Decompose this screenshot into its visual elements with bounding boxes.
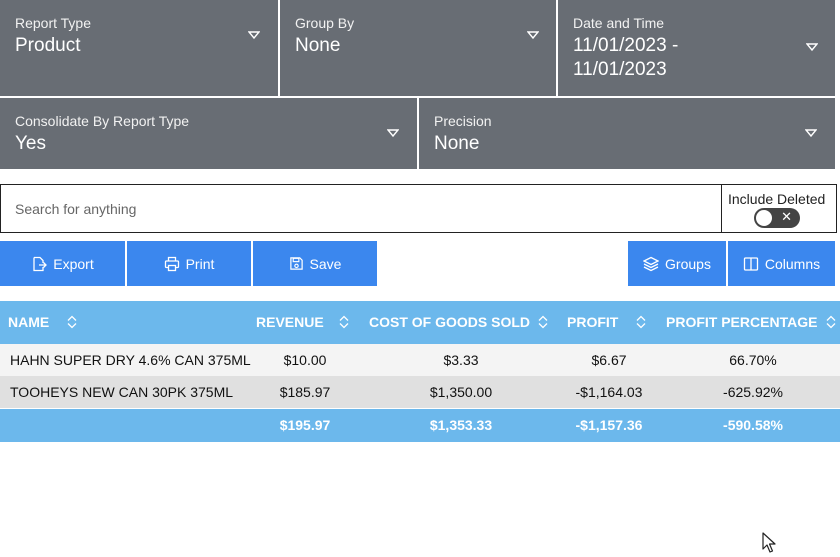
columns-button[interactable]: Columns (728, 241, 835, 286)
chevron-down-icon (805, 128, 817, 138)
cell-profit: -$1,164.03 (575, 384, 643, 400)
column-header-profit-percentage[interactable]: PROFIT PERCENTAGE (666, 314, 817, 330)
column-header-revenue[interactable]: REVENUE (256, 314, 324, 330)
cell-revenue: $185.97 (279, 384, 331, 400)
print-button[interactable]: Print (127, 241, 251, 286)
columns-icon (743, 256, 759, 272)
table-row[interactable]: TOOHEYS NEW CAN 30PK 375ML $185.97 $1,35… (0, 376, 840, 408)
groups-label: Groups (665, 255, 711, 272)
column-header-name[interactable]: NAME (8, 314, 49, 330)
column-header-cogs[interactable]: COST OF GOODS SOLD (369, 314, 530, 330)
mouse-cursor-icon (762, 532, 776, 557)
table-row[interactable]: HAHN SUPER DRY 4.6% CAN 375ML $10.00 $3.… (0, 344, 840, 376)
include-deleted-toggle[interactable]: ✕ (754, 208, 800, 228)
sort-icon[interactable] (826, 315, 836, 332)
date-time-value-start: 11/01/2023 - (573, 35, 679, 56)
report-type-dropdown[interactable]: Report Type Product (0, 0, 278, 96)
group-by-value: None (295, 35, 341, 56)
report-type-label: Report Type (15, 15, 92, 31)
printer-icon (164, 256, 180, 272)
floppy-disk-icon (289, 256, 304, 271)
cell-revenue: $10.00 (283, 352, 327, 368)
cell-cogs: $1,350.00 (429, 384, 493, 400)
sort-icon[interactable] (67, 315, 77, 332)
include-deleted-control: Include Deleted ✕ (721, 184, 837, 233)
consolidate-label: Consolidate By Report Type (15, 113, 190, 129)
export-button[interactable]: Export (0, 241, 125, 286)
sort-icon[interactable] (636, 315, 646, 332)
consolidate-dropdown[interactable]: Consolidate By Report Type Yes (0, 98, 417, 169)
print-label: Print (185, 255, 215, 272)
columns-label: Columns (764, 255, 821, 272)
table-header: NAME REVENUE COST OF GOODS SOLD PROFIT P… (0, 301, 840, 344)
chevron-down-icon (248, 30, 260, 40)
include-deleted-label: Include Deleted (728, 191, 826, 207)
save-button[interactable]: Save (253, 241, 377, 286)
cell-profit: $6.67 (591, 352, 627, 368)
chevron-down-icon (527, 30, 539, 40)
precision-label: Precision (434, 113, 492, 129)
date-time-label: Date and Time (573, 15, 665, 31)
close-icon: ✕ (781, 210, 792, 225)
report-type-value: Product (15, 35, 81, 56)
date-time-value-end: 11/01/2023 (573, 59, 667, 80)
toggle-knob (756, 210, 772, 226)
search-field (0, 184, 722, 233)
total-cogs: $1,353.33 (429, 417, 493, 433)
group-by-dropdown[interactable]: Group By None (280, 0, 556, 96)
chevron-down-icon (387, 128, 399, 138)
sort-icon[interactable] (538, 315, 548, 332)
total-revenue: $195.97 (279, 417, 331, 433)
totals-row: $195.97 $1,353.33 -$1,157.36 -590.58% (0, 409, 840, 442)
cell-profit-percentage: 66.70% (729, 352, 777, 368)
precision-dropdown[interactable]: Precision None (419, 98, 835, 169)
cell-cogs: $3.33 (443, 352, 479, 368)
cell-name: TOOHEYS NEW CAN 30PK 375ML (10, 384, 234, 400)
consolidate-value: Yes (15, 133, 46, 154)
layers-icon (643, 256, 660, 272)
groups-button[interactable]: Groups (628, 241, 726, 286)
export-label: Export (53, 255, 94, 272)
total-profit-percentage: -590.58% (723, 417, 783, 433)
search-input[interactable] (15, 199, 695, 219)
save-label: Save (309, 255, 342, 272)
column-header-profit[interactable]: PROFIT (567, 314, 618, 330)
total-profit: -$1,157.36 (575, 417, 643, 433)
sort-icon[interactable] (339, 315, 349, 332)
cell-profit-percentage: -625.92% (723, 384, 783, 400)
group-by-label: Group By (295, 15, 355, 31)
chevron-down-icon (806, 42, 818, 52)
export-icon (31, 256, 48, 272)
cell-name: HAHN SUPER DRY 4.6% CAN 375ML (10, 352, 251, 368)
date-time-dropdown[interactable]: Date and Time 11/01/2023 - 11/01/2023 (558, 0, 835, 96)
precision-value: None (434, 133, 480, 154)
